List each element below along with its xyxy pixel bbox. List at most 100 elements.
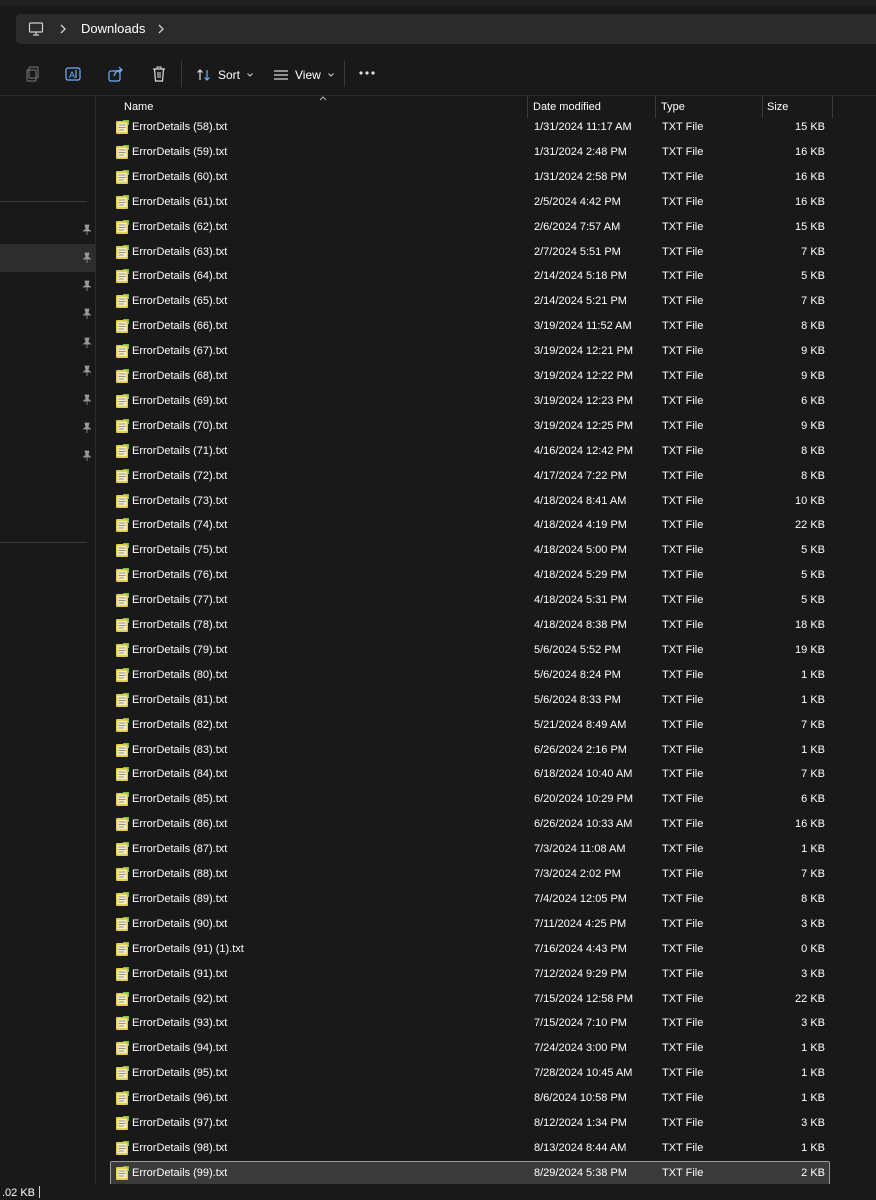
breadcrumb-downloads[interactable]: Downloads (81, 21, 145, 36)
nav-item-pinned[interactable] (0, 414, 96, 442)
sort-button[interactable]: Sort (196, 65, 254, 85)
table-row[interactable]: ErrorDetails (78).txt 4/18/2024 8:38 PM TX… (110, 613, 830, 637)
table-row[interactable]: ErrorDetails (59).txt 1/31/2024 2:48 PM TX… (110, 140, 830, 164)
table-row[interactable]: ErrorDetails (85).txt 6/20/2024 10:29 PM T… (110, 787, 830, 811)
pin-icon[interactable] (81, 450, 93, 462)
file-type: TXT File (662, 395, 704, 407)
table-row[interactable]: ErrorDetails (61).txt 2/5/2024 4:42 PM TXT… (110, 190, 830, 214)
file-name: ErrorDetails (80).txt (132, 669, 228, 681)
table-row[interactable]: ErrorDetails (76).txt 4/18/2024 5:29 PM TX… (110, 563, 830, 587)
pin-icon[interactable] (81, 224, 93, 236)
table-row[interactable]: ErrorDetails (68).txt 3/19/2024 12:22 PM T… (110, 364, 830, 388)
delete-icon[interactable] (150, 65, 168, 83)
nav-item-pinned[interactable] (0, 300, 96, 328)
table-row[interactable]: ErrorDetails (86).txt 6/26/2024 10:33 AM T… (110, 812, 830, 836)
pin-icon[interactable] (81, 365, 93, 377)
table-row[interactable]: ErrorDetails (60).txt 1/31/2024 2:58 PM TX… (110, 165, 830, 189)
table-row[interactable]: ErrorDetails (98).txt 8/13/2024 8:44 AM TX… (110, 1136, 830, 1160)
address-bar[interactable]: Downloads (16, 14, 876, 44)
nav-item-pinned[interactable] (0, 386, 96, 414)
file-date-modified: 7/3/2024 2:02 PM (534, 868, 621, 880)
nav-item-pinned[interactable] (0, 244, 96, 272)
table-row[interactable]: ErrorDetails (92).txt 7/15/2024 12:58 PM T… (110, 987, 830, 1011)
table-row[interactable]: ErrorDetails (88).txt 7/3/2024 2:02 PM TXT… (110, 862, 830, 886)
table-row[interactable]: ErrorDetails (90).txt 7/11/2024 4:25 PM TX… (110, 912, 830, 936)
table-row[interactable]: ErrorDetails (64).txt 2/14/2024 5:18 PM TX… (110, 264, 830, 288)
text-file-icon (116, 469, 129, 483)
pin-icon[interactable] (81, 308, 93, 320)
pin-icon[interactable] (81, 394, 93, 406)
table-row[interactable]: ErrorDetails (84).txt 6/18/2024 10:40 AM T… (110, 762, 830, 786)
nav-item-pinned[interactable] (0, 216, 96, 244)
table-row[interactable]: ErrorDetails (93).txt 7/15/2024 7:10 PM TX… (110, 1011, 830, 1035)
file-type: TXT File (662, 246, 704, 258)
share-icon[interactable] (107, 65, 125, 83)
file-name: ErrorDetails (88).txt (132, 868, 228, 880)
file-size: 1 KB (801, 669, 825, 681)
table-row[interactable]: ErrorDetails (70).txt 3/19/2024 12:25 PM T… (110, 414, 830, 438)
column-divider[interactable] (832, 96, 833, 118)
table-row[interactable]: ErrorDetails (66).txt 3/19/2024 11:52 AM T… (110, 314, 830, 338)
table-row[interactable]: ErrorDetails (81).txt 5/6/2024 8:33 PM TXT… (110, 688, 830, 712)
table-row[interactable]: ErrorDetails (79).txt 5/6/2024 5:52 PM TXT… (110, 638, 830, 662)
table-row[interactable]: ErrorDetails (95).txt 7/28/2024 10:45 AM T… (110, 1061, 830, 1085)
chevron-right-icon[interactable] (58, 21, 68, 37)
table-row[interactable]: ErrorDetails (99).txt 8/29/2024 5:38 PM TX… (110, 1161, 830, 1185)
table-row[interactable]: ErrorDetails (73).txt 4/18/2024 8:41 AM TX… (110, 489, 830, 513)
chevron-right-icon[interactable] (156, 21, 166, 37)
more-icon[interactable] (358, 70, 376, 76)
nav-item-pinned[interactable] (0, 329, 96, 357)
computer-icon[interactable] (28, 21, 44, 37)
file-type: TXT File (662, 1017, 704, 1029)
text-file-icon (116, 668, 129, 682)
file-type: TXT File (662, 221, 704, 233)
nav-item-pinned[interactable] (0, 272, 96, 300)
table-row[interactable]: ErrorDetails (74).txt 4/18/2024 4:19 PM TX… (110, 513, 830, 537)
view-button[interactable]: View (273, 65, 335, 85)
table-row[interactable]: ErrorDetails (75).txt 4/18/2024 5:00 PM TX… (110, 538, 830, 562)
pin-icon[interactable] (81, 252, 93, 264)
column-name[interactable]: Name (124, 101, 153, 113)
table-row[interactable]: ErrorDetails (82).txt 5/21/2024 8:49 AM TX… (110, 713, 830, 737)
file-type: TXT File (662, 1117, 704, 1129)
command-bar: A Sort View (0, 52, 876, 96)
table-row[interactable]: ErrorDetails (94).txt 7/24/2024 3:00 PM TX… (110, 1036, 830, 1060)
pin-icon[interactable] (81, 280, 93, 292)
table-row[interactable]: ErrorDetails (69).txt 3/19/2024 12:23 PM T… (110, 389, 830, 413)
file-size: 3 KB (801, 918, 825, 930)
table-row[interactable]: ErrorDetails (89).txt 7/4/2024 12:05 PM TX… (110, 887, 830, 911)
nav-item-pinned[interactable] (0, 442, 96, 470)
table-row[interactable]: ErrorDetails (87).txt 7/3/2024 11:08 AM TX… (110, 837, 830, 861)
table-row[interactable]: ErrorDetails (58).txt 1/31/2024 11:17 AM T… (110, 115, 830, 139)
file-size: 9 KB (801, 370, 825, 382)
table-row[interactable]: ErrorDetails (67).txt 3/19/2024 12:21 PM T… (110, 339, 830, 363)
table-row[interactable]: ErrorDetails (63).txt 2/7/2024 5:51 PM TXT… (110, 240, 830, 264)
table-row[interactable]: ErrorDetails (71).txt 4/16/2024 12:42 PM T… (110, 439, 830, 463)
column-size[interactable]: Size (767, 101, 788, 113)
text-file-icon (116, 294, 129, 308)
file-name: ErrorDetails (96).txt (132, 1092, 228, 1104)
file-name: ErrorDetails (77).txt (132, 594, 228, 606)
copy-icon[interactable] (23, 65, 41, 83)
rename-icon[interactable]: A (64, 65, 82, 83)
table-row[interactable]: ErrorDetails (96).txt 8/6/2024 10:58 PM TX… (110, 1086, 830, 1110)
file-date-modified: 7/16/2024 4:43 PM (534, 943, 627, 955)
table-row[interactable]: ErrorDetails (65).txt 2/14/2024 5:21 PM TX… (110, 289, 830, 313)
nav-item-pinned[interactable] (0, 357, 96, 385)
table-row[interactable]: ErrorDetails (97).txt 8/12/2024 1:34 PM TX… (110, 1111, 830, 1135)
pin-icon[interactable] (81, 422, 93, 434)
file-size: 16 KB (795, 196, 825, 208)
table-row[interactable]: ErrorDetails (91).txt 7/12/2024 9:29 PM TX… (110, 962, 830, 986)
table-row[interactable]: ErrorDetails (72).txt 4/17/2024 7:22 PM TX… (110, 464, 830, 488)
pin-icon[interactable] (81, 337, 93, 349)
file-type: TXT File (662, 146, 704, 158)
column-date-modified[interactable]: Date modified (533, 101, 601, 113)
file-type: TXT File (662, 868, 704, 880)
table-row[interactable]: ErrorDetails (83).txt 6/26/2024 2:16 PM TX… (110, 738, 830, 762)
column-type[interactable]: Type (661, 101, 685, 113)
file-name: ErrorDetails (99).txt (132, 1167, 228, 1179)
table-row[interactable]: ErrorDetails (62).txt 2/6/2024 7:57 AM TXT… (110, 215, 830, 239)
table-row[interactable]: ErrorDetails (91) (1).txt 7/16/2024 4:43 … (110, 937, 830, 961)
table-row[interactable]: ErrorDetails (80).txt 5/6/2024 8:24 PM TXT… (110, 663, 830, 687)
table-row[interactable]: ErrorDetails (77).txt 4/18/2024 5:31 PM TX… (110, 588, 830, 612)
